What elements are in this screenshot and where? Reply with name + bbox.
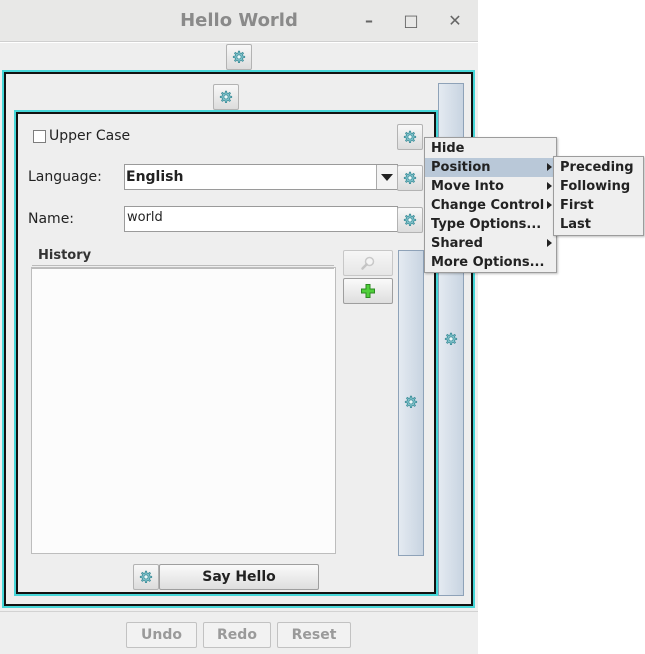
magnifier-icon [361, 256, 375, 270]
submenu-item-first[interactable]: First [554, 196, 643, 215]
gear-icon[interactable] [133, 564, 159, 590]
menu-item-shared[interactable]: Shared [425, 234, 556, 253]
menu-item-move-into[interactable]: Move Into [425, 177, 556, 196]
history-list[interactable] [31, 267, 336, 554]
submenu-item-preceding[interactable]: Preceding [554, 158, 643, 177]
minimize-button[interactable]: – [358, 10, 380, 32]
green-plus-icon [361, 284, 375, 298]
submenu-arrow-icon [547, 182, 552, 190]
gear-icon[interactable] [397, 165, 423, 191]
chevron-down-icon[interactable] [376, 165, 397, 189]
gear-icon[interactable] [397, 207, 423, 233]
menu-item-position[interactable]: Position [425, 158, 556, 177]
maximize-button[interactable]: □ [400, 10, 422, 32]
menu-item-label: Shared [431, 236, 483, 251]
submenu-item-last[interactable]: Last [554, 215, 643, 234]
menu-item-label: Move Into [431, 179, 504, 194]
gear-icon[interactable] [226, 44, 252, 70]
gear-icon[interactable] [397, 124, 423, 150]
menu-item-label: Position [431, 160, 491, 175]
close-button[interactable]: ✕ [444, 10, 466, 32]
submenu-arrow-icon [547, 239, 552, 247]
reset-button[interactable]: Reset [277, 622, 351, 648]
history-header-divider [32, 265, 334, 269]
name-label: Name: [28, 211, 75, 227]
position-submenu: Preceding Following First Last [553, 156, 644, 236]
upper-case-checkbox[interactable] [33, 130, 46, 143]
menu-item-hide[interactable]: Hide [425, 139, 556, 158]
search-button[interactable] [343, 250, 393, 276]
gear-icon[interactable] [213, 84, 239, 110]
add-button[interactable] [343, 278, 393, 304]
menu-item-label: Change Control [431, 198, 545, 213]
language-selected-value: English [126, 169, 184, 185]
menu-item-more-options[interactable]: More Options... [425, 253, 556, 272]
context-menu: Hide Position Move Into Change Control T… [424, 137, 557, 273]
submenu-item-following[interactable]: Following [554, 177, 643, 196]
name-input[interactable]: world [124, 206, 398, 232]
language-label: Language: [28, 169, 102, 185]
undo-button[interactable]: Undo [126, 622, 197, 648]
submenu-arrow-icon [547, 163, 552, 171]
say-hello-button[interactable]: Say Hello [159, 564, 319, 590]
menu-item-change-control[interactable]: Change Control [425, 196, 556, 215]
gear-icon[interactable] [403, 394, 419, 410]
upper-case-label: Upper Case [49, 128, 131, 144]
redo-button[interactable]: Redo [203, 622, 271, 648]
gear-icon[interactable] [443, 331, 459, 347]
menu-item-type-options[interactable]: Type Options... [425, 215, 556, 234]
history-title: History [36, 248, 94, 263]
submenu-arrow-icon [547, 201, 552, 209]
